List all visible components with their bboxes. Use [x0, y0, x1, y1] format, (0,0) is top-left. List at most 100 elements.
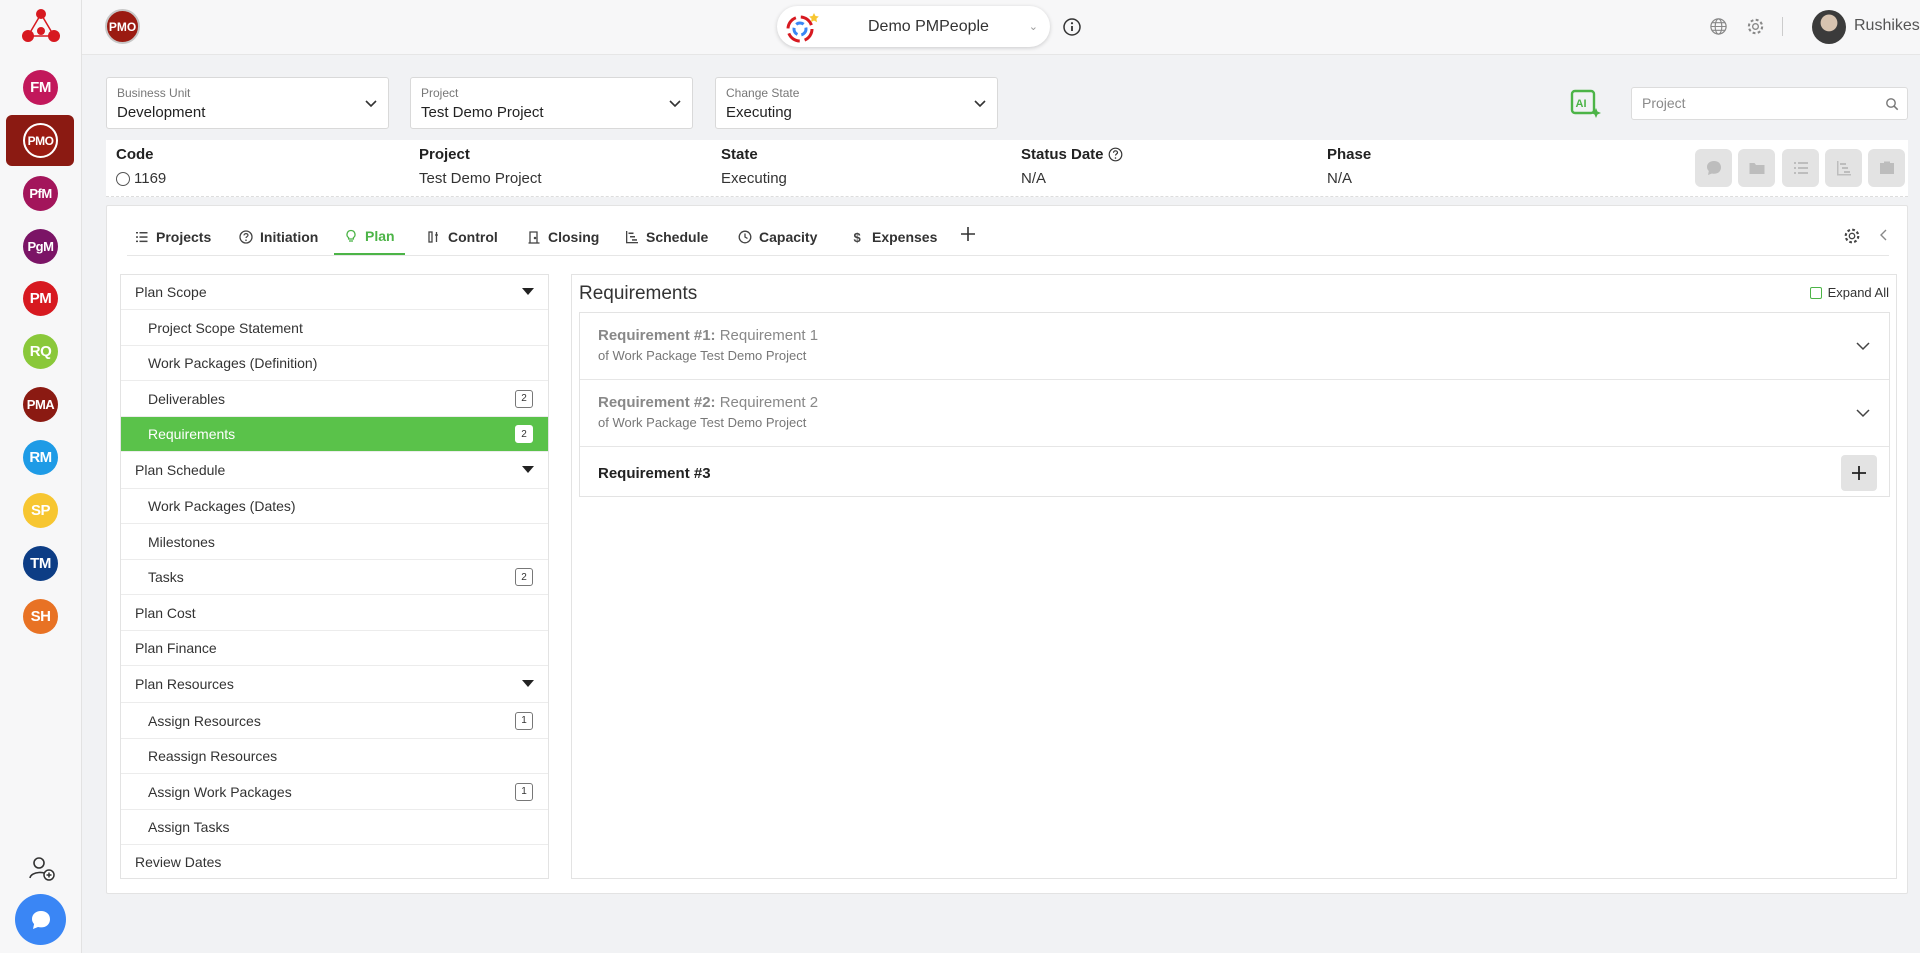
- chat-bubble-icon: [31, 910, 50, 929]
- control-bars-icon: [428, 230, 438, 243]
- tree-group-review-dates[interactable]: Review Dates: [121, 845, 548, 879]
- tab-plan[interactable]: Plan: [334, 218, 405, 255]
- module-pgm-button[interactable]: PgM: [23, 229, 58, 264]
- change-state-value: Executing: [726, 104, 792, 121]
- tree-item-label: Assign Work Packages: [148, 783, 292, 800]
- change-state-select[interactable]: Change State Executing: [715, 77, 998, 129]
- add-tab-icon[interactable]: [959, 225, 977, 243]
- tree-item-label: Deliverables: [148, 390, 226, 407]
- avatar[interactable]: [1812, 10, 1846, 44]
- list-view-button[interactable]: [1782, 149, 1819, 187]
- help-icon[interactable]: [1108, 147, 1123, 162]
- module-rm-button[interactable]: RM: [23, 440, 58, 475]
- search-icon[interactable]: [1885, 97, 1899, 111]
- requirement-item[interactable]: Requirement #2: Requirement 2 of Work Pa…: [580, 380, 1889, 447]
- business-unit-label: Business Unit: [117, 86, 191, 100]
- module-sp-button[interactable]: SP: [23, 493, 58, 528]
- caret-down-icon[interactable]: [522, 288, 534, 295]
- chevron-down-icon[interactable]: [1855, 338, 1871, 354]
- module-sh-button[interactable]: SH: [23, 599, 58, 634]
- module-pfm-button[interactable]: PfM: [23, 176, 58, 211]
- tree-item-milestones[interactable]: Milestones: [121, 524, 548, 560]
- caret-down-icon[interactable]: [522, 680, 534, 687]
- change-state-label: Change State: [726, 86, 800, 100]
- tab-closing[interactable]: Closing: [517, 218, 609, 255]
- documents-button[interactable]: [1738, 149, 1775, 187]
- requirement-item[interactable]: Requirement #1: Requirement 1 of Work Pa…: [580, 313, 1889, 380]
- code-radio[interactable]: [116, 171, 130, 186]
- project-info-value: Test Demo Project: [419, 170, 542, 187]
- tree-group-label: Plan Cost: [135, 604, 196, 621]
- tree-item-label: Reassign Resources: [148, 748, 278, 764]
- module-pm-button[interactable]: PM: [23, 281, 58, 316]
- tree-item-project-scope-statement[interactable]: Project Scope Statement: [121, 310, 548, 346]
- tab-projects[interactable]: Projects: [125, 218, 221, 255]
- module-rq-button[interactable]: RQ: [23, 334, 58, 369]
- tree-item-assign-work-packages[interactable]: Assign Work Packages 1: [121, 774, 548, 810]
- workspace-selector[interactable]: Demo PMPeople ⌄: [777, 6, 1050, 47]
- comments-button[interactable]: [1695, 149, 1732, 187]
- business-unit-select[interactable]: Business Unit Development: [106, 77, 389, 129]
- project-select[interactable]: Project Test Demo Project: [410, 77, 693, 129]
- tree-item-deliverables[interactable]: Deliverables 2: [121, 381, 548, 417]
- add-user-icon[interactable]: [28, 854, 56, 882]
- tree-group-plan-cost[interactable]: Plan Cost: [121, 595, 548, 631]
- tab-expenses[interactable]: $ Expenses: [841, 218, 947, 255]
- tree-item-tasks[interactable]: Tasks 2: [121, 560, 548, 595]
- tab-schedule[interactable]: Schedule: [615, 218, 718, 255]
- project-column: Project Test Demo Project: [419, 146, 542, 187]
- state-column: State Executing: [721, 146, 787, 187]
- module-rail: FM PMO PfM PgM PM RQ PMA RM SP TM SH: [0, 0, 82, 953]
- tree-group-plan-schedule[interactable]: Plan Schedule: [121, 452, 548, 489]
- tree-item-label: Tasks: [148, 569, 184, 585]
- count-badge: 1: [515, 711, 533, 730]
- globe-icon[interactable]: [1709, 17, 1728, 36]
- business-unit-value: Development: [117, 104, 206, 121]
- ai-assistant-icon[interactable]: AI: [1570, 88, 1602, 120]
- tree-item-requirements[interactable]: Requirements 2: [121, 417, 548, 452]
- chevron-down-icon[interactable]: [1855, 405, 1871, 421]
- expand-all-checkbox[interactable]: [1809, 286, 1822, 299]
- requirement-name: Requirement 1: [719, 327, 819, 344]
- tree-item-assign-resources[interactable]: Assign Resources 1: [121, 703, 548, 739]
- plan-panel: Projects Initiation Plan Control Closing…: [106, 205, 1908, 894]
- current-module-badge[interactable]: PMO: [105, 9, 140, 44]
- search-input[interactable]: [1642, 95, 1872, 111]
- portfolio-button[interactable]: [1868, 149, 1905, 187]
- gear-icon[interactable]: [1746, 17, 1765, 36]
- chevron-left-icon[interactable]: [1876, 227, 1892, 243]
- gantt-view-button[interactable]: [1825, 149, 1862, 187]
- project-search-box[interactable]: [1631, 87, 1908, 120]
- module-pmo-button[interactable]: PMO: [6, 115, 74, 166]
- settings-gear-icon[interactable]: [1843, 227, 1861, 245]
- caret-down-icon[interactable]: [522, 466, 534, 473]
- top-bar: PMO Demo PMPeople ⌄ Rushikesh: [82, 0, 1920, 55]
- tree-item-assign-tasks[interactable]: Assign Tasks: [121, 810, 548, 845]
- tree-item-work-packages-dates[interactable]: Work Packages (Dates): [121, 489, 548, 524]
- app-logo-icon[interactable]: [20, 6, 62, 48]
- tree-group-plan-resources[interactable]: Plan Resources: [121, 666, 548, 703]
- module-fm-button[interactable]: FM: [23, 70, 58, 105]
- tree-item-work-packages-definition[interactable]: Work Packages (Definition): [121, 346, 548, 381]
- module-pma-button[interactable]: PMA: [23, 387, 58, 422]
- expand-all-toggle[interactable]: Expand All: [1809, 285, 1889, 300]
- tab-control[interactable]: Control: [417, 218, 508, 255]
- info-icon[interactable]: [1062, 17, 1082, 37]
- tree-group-plan-finance[interactable]: Plan Finance: [121, 631, 548, 666]
- divider: [1782, 17, 1783, 36]
- clock-icon: [738, 230, 752, 243]
- requirement-number: Requirement #2:: [598, 394, 716, 411]
- module-tm-button[interactable]: TM: [23, 546, 58, 581]
- add-requirement-button[interactable]: [1841, 455, 1877, 491]
- tab-initiation[interactable]: Initiation: [229, 218, 328, 255]
- tree-item-reassign-resources[interactable]: Reassign Resources: [121, 739, 548, 774]
- tree-group-plan-scope[interactable]: Plan Scope: [121, 275, 548, 310]
- tree-group-label: Plan Schedule: [135, 462, 226, 478]
- tree-group-label: Plan Finance: [135, 640, 217, 656]
- chat-button[interactable]: [15, 894, 66, 945]
- tab-capacity[interactable]: Capacity: [728, 218, 827, 255]
- tree-item-label: Assign Resources: [148, 712, 261, 729]
- user-name[interactable]: Rushikesh: [1854, 17, 1920, 35]
- workspace-logo-icon: [786, 12, 819, 42]
- status-date-value: N/A: [1021, 170, 1047, 187]
